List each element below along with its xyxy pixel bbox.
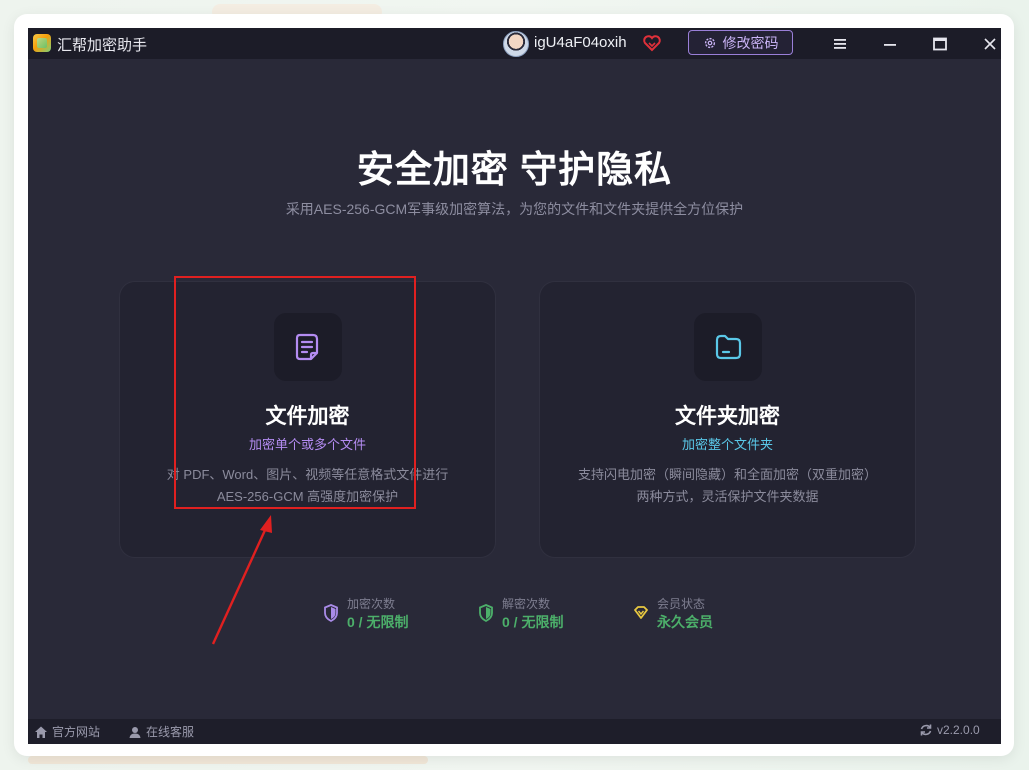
card-description-line: AES-256-GCM 高强度加密保护	[216, 489, 399, 504]
online-support-link[interactable]: 在线客服	[128, 723, 194, 740]
status-bar: 官方网站 在线客服 v2.2.0.0	[28, 719, 1001, 744]
home-icon	[35, 726, 47, 738]
app-logo-icon	[33, 34, 51, 52]
card-description-line: 支持闪电加密（瞬间隐藏）和全面加密（双重加密）	[577, 467, 877, 482]
card-tag: 加密整个文件夹	[681, 437, 773, 452]
stat-label: 解密次数	[502, 597, 551, 611]
hero-subtitle: 采用AES-256-GCM军事级加密算法，为您的文件和文件夹提供全方位保护	[285, 201, 744, 217]
username[interactable]: igU4aF04oxih	[534, 34, 627, 51]
diamond-icon	[634, 606, 648, 619]
vip-heart-icon	[642, 33, 662, 53]
card-description-line: 对 PDF、Word、图片、视频等任意格式文件进行	[166, 467, 449, 482]
folder-icon	[694, 313, 762, 381]
file-icon	[274, 313, 342, 381]
minimize-button[interactable]	[870, 28, 910, 59]
card-title: 文件加密	[265, 405, 350, 428]
official-website-label: 官方网站	[52, 725, 101, 739]
official-website-link[interactable]: 官方网站	[34, 723, 100, 740]
close-icon	[984, 37, 996, 50]
version-label: v2.2.0.0	[937, 723, 980, 737]
card-description-line: 两种方式，灵活保护文件夹数据	[636, 489, 819, 504]
stat-label: 加密次数	[347, 597, 396, 611]
card-description: 对 PDF、Word、图片、视频等任意格式文件进行 AES-256-GCM 高强…	[120, 464, 495, 508]
app-window: 汇帮加密助手 igU4aF04oxih 修改密码 安全加密 守护隐私 采用AES…	[28, 28, 1001, 744]
shield-icon	[324, 604, 338, 622]
stat-value: 0 / 无限制	[347, 614, 409, 630]
card-tag: 加密单个或多个文件	[248, 437, 366, 452]
refresh-icon	[920, 724, 932, 736]
user-avatar[interactable]	[503, 31, 529, 57]
change-password-label: 修改密码	[722, 34, 779, 51]
stat-value: 0 / 无限制	[502, 614, 564, 630]
main-content: 安全加密 守护隐私 采用AES-256-GCM军事级加密算法，为您的文件和文件夹…	[28, 59, 1001, 719]
hamburger-menu-icon	[834, 38, 846, 49]
close-button[interactable]	[970, 28, 1001, 59]
gear-icon	[704, 37, 715, 48]
online-support-label: 在线客服	[146, 725, 195, 739]
card-title: 文件夹加密	[675, 405, 780, 428]
folder-encrypt-card[interactable]: 文件夹加密 加密整个文件夹 支持闪电加密（瞬间隐藏）和全面加密（双重加密） 两种…	[539, 281, 916, 558]
version-info[interactable]: v2.2.0.0	[919, 723, 980, 737]
app-name: 汇帮加密助手	[57, 37, 148, 54]
menu-button[interactable]	[820, 28, 860, 59]
minimize-icon	[884, 43, 896, 46]
change-password-button[interactable]: 修改密码	[688, 30, 793, 55]
shield-icon	[479, 604, 493, 622]
background-decoration	[28, 756, 428, 764]
hero-title: 安全加密 守护隐私	[356, 149, 673, 190]
stat-value: 永久会员	[657, 614, 713, 630]
stat-label: 会员状态	[657, 597, 706, 611]
maximize-icon	[933, 37, 947, 50]
card-description: 支持闪电加密（瞬间隐藏）和全面加密（双重加密） 两种方式，灵活保护文件夹数据	[540, 464, 915, 508]
title-bar: 汇帮加密助手 igU4aF04oxih 修改密码	[28, 28, 1001, 59]
support-icon	[129, 726, 141, 738]
file-encrypt-card[interactable]: 文件加密 加密单个或多个文件 对 PDF、Word、图片、视频等任意格式文件进行…	[119, 281, 496, 558]
maximize-button[interactable]	[920, 28, 960, 59]
